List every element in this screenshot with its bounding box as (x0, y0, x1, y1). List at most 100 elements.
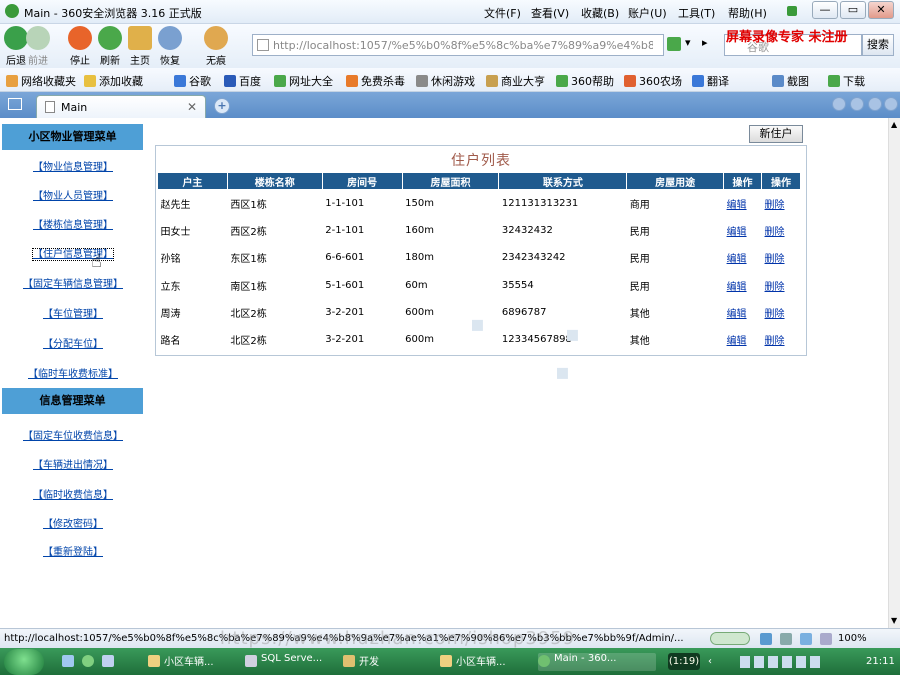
cell-contact: 6896787 (501, 306, 547, 318)
menu-temp-fee-info[interactable]: 【临时收费信息】 (0, 486, 146, 501)
incognito-button[interactable]: 无痕 (202, 26, 230, 67)
search-button[interactable]: 搜索 (862, 34, 894, 56)
cell-building: 南区1栋 (230, 281, 267, 293)
address-bar[interactable]: http://localhost:1057/%e5%b0%8f%e5%8c%ba… (252, 34, 664, 56)
taskbar-item[interactable]: 开发 (343, 653, 379, 671)
delete-link[interactable]: 删除 (762, 299, 801, 326)
start-button[interactable] (4, 649, 44, 675)
new-tab-button[interactable]: + (214, 98, 230, 114)
fav-translate[interactable]: 翻译 (692, 73, 729, 89)
fav-antivirus[interactable]: 免费杀毒 (346, 73, 405, 89)
fav-360farm[interactable]: 360农场 (624, 73, 682, 89)
tab-scroll-right-icon[interactable] (850, 97, 864, 111)
menu-fixed-vehicle[interactable]: 【固定车辆信息管理】 (0, 275, 146, 290)
menu-relogin[interactable]: 【重新登陆】 (0, 543, 146, 558)
system-tray-icons[interactable] (740, 656, 820, 668)
new-resident-button[interactable]: 新住户 (749, 125, 803, 143)
quicklaunch-icon[interactable] (102, 655, 114, 667)
tab-close-icon[interactable]: ✕ (187, 100, 197, 114)
taskbar-item-active[interactable]: Main - 360... (538, 653, 656, 671)
maximize-button[interactable]: ▭ (840, 1, 866, 19)
edit-link[interactable]: 编辑 (724, 271, 762, 298)
menu-building-info[interactable]: 【楼栋信息管理】 (0, 216, 146, 231)
menu-assign-parking[interactable]: 【分配车位】 (0, 335, 146, 350)
forward-button[interactable]: 前进 (24, 26, 52, 67)
go-icon[interactable] (667, 37, 681, 51)
fav-download[interactable]: 下载 (828, 73, 865, 89)
menu-resident-info[interactable]: 【住户信息管理】 (0, 245, 146, 261)
refresh-icon (98, 26, 122, 50)
menu-property-info[interactable]: 【物业信息管理】 (0, 158, 146, 173)
restore-button[interactable]: 恢复 (156, 26, 184, 67)
tab-list-icon[interactable] (868, 97, 882, 111)
fav-add[interactable]: 添加收藏 (84, 73, 143, 89)
tool-icon[interactable] (760, 633, 772, 645)
delete-link[interactable]: 删除 (762, 217, 801, 244)
taskbar-item[interactable]: 小区车辆... (148, 653, 214, 671)
delete-link[interactable]: 删除 (762, 190, 801, 217)
forward-arrow-icon (26, 26, 50, 50)
edit-link[interactable]: 编辑 (724, 244, 762, 271)
left-menu: 小区物业管理菜单 【物业信息管理】 【物业人员管理】 【楼栋信息管理】 【住户信… (0, 118, 146, 558)
dropdown-icon[interactable]: ▾ (685, 36, 691, 49)
fav-games[interactable]: 休闲游戏 (416, 73, 475, 89)
cell-contact: 12334567898 (501, 334, 572, 346)
tab-scroll-left-icon[interactable] (832, 97, 846, 111)
edit-link[interactable]: 编辑 (724, 326, 762, 353)
delete-link[interactable]: 删除 (762, 271, 801, 298)
edit-link[interactable]: 编辑 (724, 190, 762, 217)
edit-link[interactable]: 编辑 (724, 299, 762, 326)
menu-favorites[interactable]: 收藏(B) (581, 5, 619, 21)
delete-link[interactable]: 删除 (762, 326, 801, 353)
sidebar-toggle-icon[interactable] (8, 98, 22, 110)
tray-expand-icon[interactable]: ‹ (708, 656, 712, 667)
fav-screenshot[interactable]: 截图 (772, 73, 809, 89)
home-button[interactable]: 主页 (126, 26, 154, 67)
fav-sites[interactable]: 网址大全 (274, 73, 333, 89)
menu-change-password[interactable]: 【修改密码】 (0, 515, 146, 530)
cell-owner: 赵先生 (160, 199, 191, 211)
faint-decor: ▪ (555, 360, 570, 385)
menu-parking-space[interactable]: 【车位管理】 (0, 305, 146, 320)
address-url[interactable]: http://localhost:1057/%e5%b0%8f%e5%8c%ba… (273, 39, 653, 52)
skin-icon[interactable] (787, 6, 797, 16)
table-row: 孙铭 东区1栋 6-6-601 180m 2342343242 民用 编辑 删除 (158, 244, 801, 271)
fav-baidu[interactable]: 百度 (224, 73, 261, 89)
stop-button[interactable]: 停止 (66, 26, 94, 67)
menu-temp-fee-standard[interactable]: 【临时车收费标准】 (0, 365, 146, 380)
zoom-level[interactable]: 100% (838, 633, 867, 644)
play-icon[interactable]: ▸ (702, 36, 708, 49)
page-icon (257, 39, 269, 51)
tab-main[interactable]: Main ✕ (36, 95, 206, 118)
cell-owner: 孙铭 (160, 254, 181, 266)
tool-icon[interactable] (820, 633, 832, 645)
menu-view[interactable]: 查看(V) (531, 5, 569, 21)
close-window-button[interactable]: ✕ (868, 1, 894, 19)
toggle-icon[interactable] (710, 632, 750, 645)
quicklaunch-icon[interactable] (62, 655, 74, 667)
menu-fixed-fee-info[interactable]: 【固定车位收费信息】 (0, 427, 146, 442)
taskbar-item[interactable]: 小区车辆... (440, 653, 506, 671)
menu-help[interactable]: 帮助(H) (728, 5, 767, 21)
refresh-button[interactable]: 刷新 (96, 26, 124, 67)
vertical-scrollbar[interactable]: ▲ ▼ (888, 118, 900, 628)
tool-icon[interactable] (800, 633, 812, 645)
menu-property-staff[interactable]: 【物业人员管理】 (0, 187, 146, 202)
fav-network[interactable]: 网络收藏夹 (6, 73, 76, 89)
menu-tools[interactable]: 工具(T) (678, 5, 715, 21)
tab-menu-icon[interactable] (884, 97, 898, 111)
incognito-icon (204, 26, 228, 50)
cell-usage: 民用 (629, 254, 650, 266)
edit-link[interactable]: 编辑 (724, 217, 762, 244)
menu-vehicle-inout[interactable]: 【车辆进出情况】 (0, 456, 146, 471)
fav-360help[interactable]: 360帮助 (556, 73, 614, 89)
delete-link[interactable]: 删除 (762, 244, 801, 271)
tool-icon[interactable] (780, 633, 792, 645)
fav-google[interactable]: 谷歌 (174, 73, 211, 89)
minimize-button[interactable]: — (812, 1, 838, 19)
fav-business[interactable]: 商业大亨 (486, 73, 545, 89)
menu-account[interactable]: 账户(U) (628, 5, 667, 21)
menu-file[interactable]: 文件(F) (484, 5, 521, 21)
quicklaunch-icon[interactable] (82, 655, 94, 667)
taskbar-item[interactable]: SQL Serve... (245, 653, 322, 671)
